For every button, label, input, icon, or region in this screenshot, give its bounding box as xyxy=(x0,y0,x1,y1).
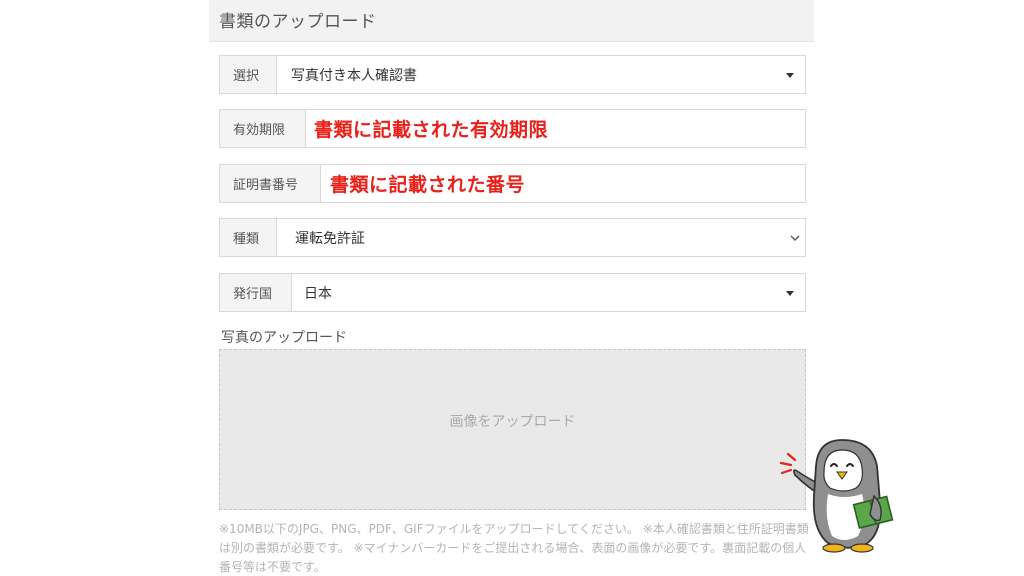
photo-upload-title: 写真のアップロード xyxy=(221,330,347,346)
page: 書類のアップロード 選択 写真付き本人確認書 有効期限 書類に記載された有効期限… xyxy=(0,0,1024,576)
document-type-value: 運転免許証 xyxy=(295,230,365,247)
document-type-label: 種類 xyxy=(220,219,277,256)
expiry-date-row: 有効期限 書類に記載された有効期限 xyxy=(219,109,806,148)
document-select-row: 選択 写真付き本人確認書 xyxy=(219,55,806,94)
issuing-country-select[interactable]: 日本 xyxy=(292,274,805,311)
issuing-country-value: 日本 xyxy=(304,285,332,302)
chevron-down-icon xyxy=(790,235,800,241)
expiry-date-label: 有効期限 xyxy=(220,110,306,147)
upload-header: 書類のアップロード xyxy=(209,0,814,42)
document-select-label: 選択 xyxy=(220,56,277,93)
caret-down-icon xyxy=(786,72,794,78)
certificate-number-label: 証明書番号 xyxy=(220,165,321,202)
document-select[interactable]: 写真付き本人確認書 xyxy=(277,56,805,93)
issuing-country-row: 発行国 日本 xyxy=(219,273,806,312)
certificate-number-annotation: 書類に記載された番号 xyxy=(330,174,526,196)
expiry-date-field[interactable]: 書類に記載された有効期限 xyxy=(306,110,805,147)
certificate-number-field[interactable]: 書類に記載された番号 xyxy=(321,165,805,202)
document-type-select[interactable]: 運転免許証 xyxy=(277,219,805,256)
page-title: 書類のアップロード xyxy=(219,12,377,32)
image-upload-dropzone[interactable]: 画像をアップロード xyxy=(219,349,806,510)
certificate-number-row: 証明書番号 書類に記載された番号 xyxy=(219,164,806,203)
document-type-row: 種類 運転免許証 xyxy=(219,218,806,257)
penguin-mascot-icon xyxy=(779,439,894,553)
image-upload-label: 画像をアップロード xyxy=(449,413,576,430)
issuing-country-label: 発行国 xyxy=(220,274,292,311)
caret-down-icon xyxy=(786,290,794,296)
document-select-value: 写真付き本人確認書 xyxy=(291,67,417,84)
expiry-date-annotation: 書類に記載された有効期限 xyxy=(314,119,549,141)
upload-note: ※10MB以下のJPG、PNG、PDF、GIFファイルをアップロードしてください… xyxy=(219,522,809,574)
